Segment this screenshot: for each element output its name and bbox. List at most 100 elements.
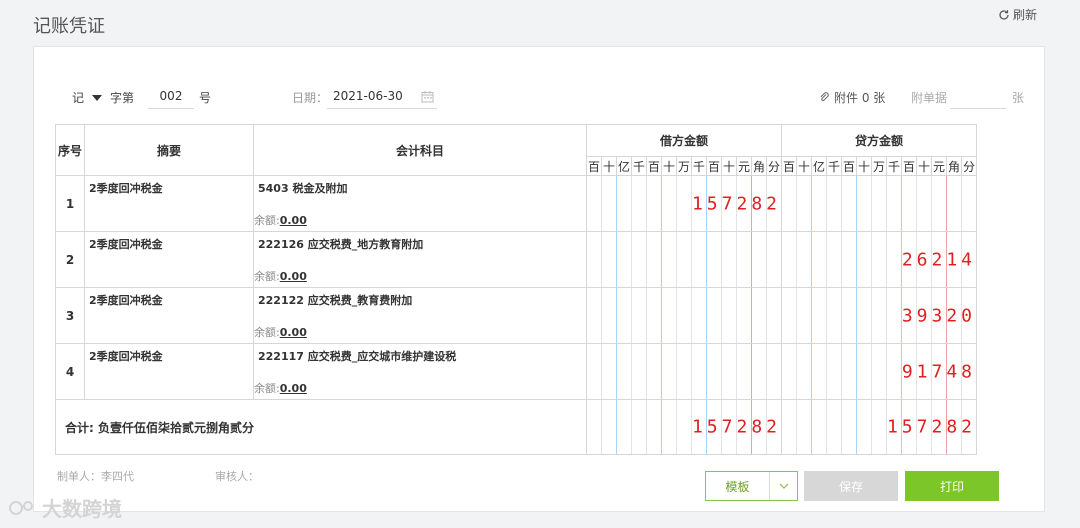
row-summary[interactable]: 2季度回冲税金 xyxy=(84,175,254,232)
digit-unit-header: 千 xyxy=(886,156,902,176)
amount-grid-line xyxy=(767,288,782,343)
amount-grid-line xyxy=(617,344,632,399)
row-debit[interactable] xyxy=(586,343,782,400)
date-picker[interactable]: 2021-06-30 xyxy=(327,84,437,109)
amount-grid-line xyxy=(737,232,752,287)
amount-grid-line xyxy=(707,288,722,343)
digit-unit-header: 百 xyxy=(841,156,857,176)
row-account[interactable]: 222122 应交税费_教育费附加 余额:0.00 xyxy=(253,287,587,344)
amount-grid-line xyxy=(722,344,737,399)
print-button[interactable]: 打印 xyxy=(905,471,999,501)
row-account[interactable]: 5403 税金及附加 余额:0.00 xyxy=(253,175,587,232)
total-credit: 157282 xyxy=(781,399,977,455)
amount-grid-line xyxy=(617,232,632,287)
amount-grid-line xyxy=(752,288,767,343)
amount-grid-line xyxy=(857,232,872,287)
amount-grid-line xyxy=(677,344,692,399)
amount-grid-line xyxy=(782,288,797,343)
voucher-row[interactable]: 3 2季度回冲税金 222122 应交税费_教育费附加 余额:0.00 39320 xyxy=(55,287,977,344)
account-balance: 余额:0.00 xyxy=(254,380,307,396)
amount-grid-line xyxy=(632,288,647,343)
amount-grid-line xyxy=(707,344,722,399)
date-label: 日期： xyxy=(292,91,329,105)
digit-unit-header: 十 xyxy=(601,156,617,176)
doc-count-input[interactable] xyxy=(950,84,1006,109)
voucher-row[interactable]: 2 2季度回冲税金 222126 应交税费_地方教育附加 余额:0.00 26214 xyxy=(55,231,977,288)
digit-unit-header: 百 xyxy=(586,156,602,176)
account-balance: 余额:0.00 xyxy=(254,324,307,340)
amount-grid-line xyxy=(902,176,917,231)
amount-grid-line xyxy=(632,344,647,399)
amount-grid-line xyxy=(587,288,602,343)
template-button[interactable]: 模板 xyxy=(705,471,798,501)
amount-grid-line xyxy=(842,344,857,399)
amount-grid-line xyxy=(647,344,662,399)
amount-grid-line xyxy=(857,344,872,399)
watermark-logo: 大数跨境 xyxy=(8,493,122,522)
account-name: 5403 税金及附加 xyxy=(258,182,348,195)
voucher-number-input[interactable] xyxy=(148,84,194,109)
attachment-button[interactable]: 附件 0 张 xyxy=(819,89,885,106)
amount-grid-line xyxy=(587,400,602,454)
voucher-row[interactable]: 4 2季度回冲税金 222117 应交税费_应交城市维护建设税 余额:0.00 9174… xyxy=(55,343,977,400)
amount-grid-line xyxy=(752,232,767,287)
digit-unit-header: 百 xyxy=(901,156,917,176)
row-credit[interactable]: 39320 xyxy=(781,287,977,344)
refresh-label: 刷新 xyxy=(1013,8,1038,22)
header-summary: 摘要 xyxy=(84,124,254,176)
amount-grid-line xyxy=(797,176,812,231)
amount-grid-line xyxy=(782,232,797,287)
amount-grid-line xyxy=(842,232,857,287)
voucher-row[interactable]: 1 2季度回冲税金 5403 税金及附加 余额:0.00 157282 xyxy=(55,175,977,232)
row-account[interactable]: 222126 应交税费_地方教育附加 余额:0.00 xyxy=(253,231,587,288)
amount-grid-line xyxy=(602,288,617,343)
amount-grid-line xyxy=(827,400,842,454)
row-credit[interactable]: 91748 xyxy=(781,343,977,400)
amount-grid-line xyxy=(872,400,887,454)
row-summary[interactable]: 2季度回冲税金 xyxy=(84,343,254,400)
digit-unit-header: 十 xyxy=(661,156,677,176)
row-credit[interactable] xyxy=(781,175,977,232)
amount-grid-line xyxy=(797,232,812,287)
amount-grid-line xyxy=(602,400,617,454)
template-dropdown[interactable] xyxy=(769,472,797,500)
voucher-type-select[interactable]: 记 xyxy=(72,89,103,106)
row-debit[interactable] xyxy=(586,231,782,288)
row-seq: 3 xyxy=(55,287,85,344)
amount-grid-line xyxy=(662,232,677,287)
amount-grid-line xyxy=(737,344,752,399)
doc-unit-label: 张 xyxy=(1012,91,1025,105)
amount-grid-line xyxy=(587,344,602,399)
row-summary[interactable]: 2季度回冲税金 xyxy=(84,287,254,344)
amount-grid-line xyxy=(827,288,842,343)
doc-count-label: 附单据 xyxy=(911,91,948,105)
amount-grid-line xyxy=(857,176,872,231)
row-debit[interactable] xyxy=(586,287,782,344)
balance-label: 余额: xyxy=(254,214,280,227)
row-account[interactable]: 222117 应交税费_应交城市维护建设税 余额:0.00 xyxy=(253,343,587,400)
row-debit[interactable]: 157282 xyxy=(586,175,782,232)
digit-unit-header: 元 xyxy=(931,156,947,176)
digit-unit-header: 十 xyxy=(916,156,932,176)
amount-grid-line xyxy=(812,176,827,231)
amount-grid-line xyxy=(767,232,782,287)
amount-grid-line xyxy=(947,176,962,231)
reviewer-label: 审核人： xyxy=(215,470,259,483)
amount-grid-line xyxy=(617,288,632,343)
amount-grid-line xyxy=(872,176,887,231)
amount-grid-line xyxy=(647,176,662,231)
digit-unit-header: 角 xyxy=(946,156,962,176)
amount-grid-line xyxy=(797,400,812,454)
dropdown-arrow-icon xyxy=(92,94,103,101)
save-button[interactable]: 保存 xyxy=(804,471,898,501)
paperclip-icon xyxy=(820,92,829,102)
digit-unit-header: 万 xyxy=(676,156,692,176)
amount-grid-line xyxy=(842,288,857,343)
row-credit[interactable]: 26214 xyxy=(781,231,977,288)
amount-grid-line xyxy=(767,344,782,399)
digit-unit-header: 十 xyxy=(856,156,872,176)
chevron-down-icon xyxy=(779,483,788,489)
refresh-button[interactable]: 刷新 xyxy=(998,6,1037,23)
total-label: 合计: 负壹仟伍佰柒拾贰元捌角贰分 xyxy=(55,399,587,455)
row-summary[interactable]: 2季度回冲税金 xyxy=(84,231,254,288)
